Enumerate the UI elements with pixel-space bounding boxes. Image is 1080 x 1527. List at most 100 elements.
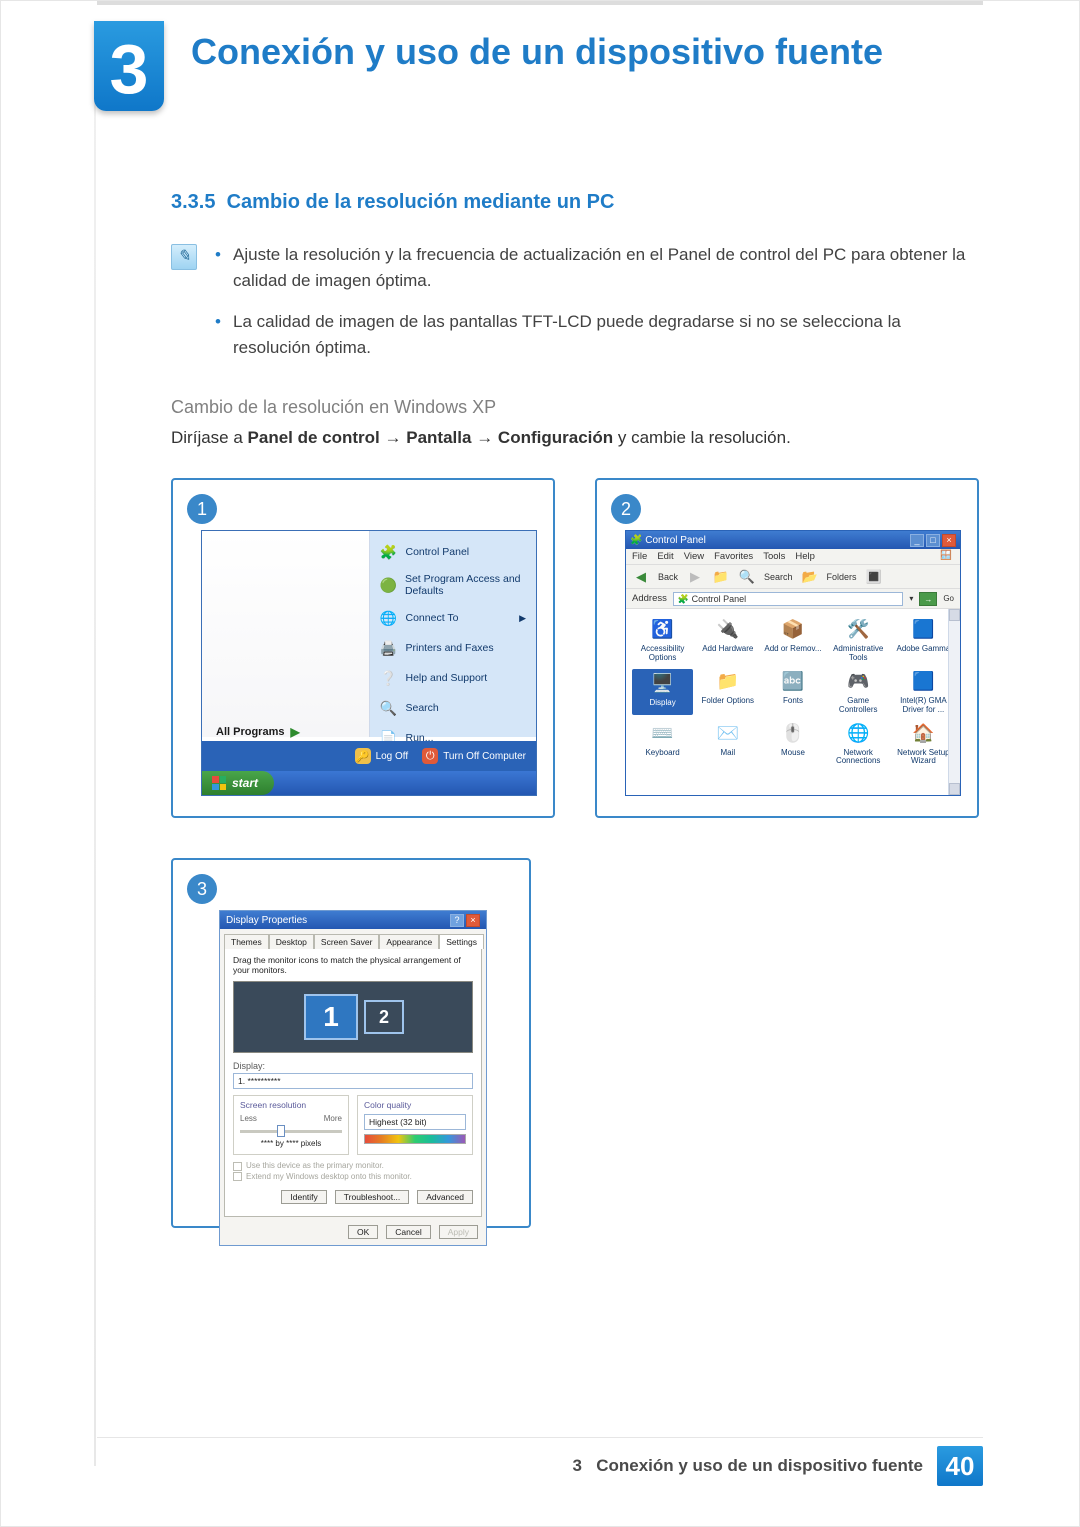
tab-appearance[interactable]: Appearance [379, 934, 439, 949]
checkbox-label: Use this device as the primary monitor. [246, 1161, 384, 1171]
dropdown-icon[interactable]: ▾ [909, 594, 913, 603]
all-programs-button[interactable]: All Programs ▶ [216, 725, 300, 739]
menu-item[interactable]: File [632, 551, 647, 562]
monitor-2-icon[interactable]: 2 [364, 1000, 404, 1034]
cp-item-label: Folder Options [697, 697, 758, 706]
start-button[interactable]: start [202, 771, 274, 795]
start-menu-item[interactable]: ❔Help and Support [370, 663, 537, 693]
start-menu-item[interactable]: 🖨️Printers and Faxes [370, 633, 537, 663]
cp-item-icon: 🖥️ [650, 671, 676, 697]
close-button[interactable]: × [466, 914, 480, 927]
menu-item[interactable]: Tools [763, 551, 785, 562]
advanced-button[interactable]: Advanced [417, 1190, 473, 1204]
res-more: More [324, 1114, 342, 1123]
go-button[interactable]: → [919, 592, 937, 606]
control-panel-item[interactable]: ♿Accessibility Options [632, 617, 693, 663]
log-off-button[interactable]: 🔑Log Off [355, 748, 409, 764]
help-text: Drag the monitor icons to match the phys… [233, 955, 473, 975]
note-list: Ajuste la resolución y la frecuencia de … [215, 242, 979, 375]
control-panel-item[interactable]: 🌐Network Connections [828, 721, 889, 767]
tab-desktop[interactable]: Desktop [269, 934, 314, 949]
cp-item-icon: 🖱️ [780, 721, 806, 747]
logoff-label: Log Off [376, 751, 409, 762]
ok-button[interactable]: OK [348, 1225, 378, 1239]
color-quality-select[interactable]: Highest (32 bit) [364, 1114, 466, 1130]
arrow-icon: → [476, 428, 498, 447]
start-menu-item[interactable]: 🌐Connect To▶ [370, 603, 537, 633]
checkbox-group: Use this device as the primary monitor. … [233, 1161, 473, 1182]
display-select[interactable]: 1. ********** [233, 1073, 473, 1089]
note-block: ✎ Ajuste la resolución y la frecuencia d… [171, 242, 979, 375]
tab-themes[interactable]: Themes [224, 934, 269, 949]
page-number: 40 [937, 1446, 983, 1486]
arrow-icon: → [385, 428, 407, 447]
tab-settings[interactable]: Settings [439, 934, 484, 949]
menu-item[interactable]: Edit [657, 551, 673, 562]
cp-item-label: Network Connections [828, 749, 889, 767]
resolution-slider[interactable] [240, 1127, 342, 1135]
forward-icon[interactable]: ▶ [686, 568, 704, 586]
identify-button[interactable]: Identify [281, 1190, 326, 1204]
start-menu-item[interactable]: 🔍Search [370, 693, 537, 723]
control-panel-item[interactable]: ⌨️Keyboard [632, 721, 693, 767]
start-menu-label: Connect To [406, 612, 459, 624]
section-title: Cambio de la resolución mediante un PC [227, 191, 615, 213]
search-label: Search [764, 572, 793, 582]
window-icon: 🧩 [630, 535, 645, 546]
address-field[interactable]: 🧩 Control Panel [673, 592, 903, 606]
apply-button[interactable]: Apply [439, 1225, 478, 1239]
control-panel-item[interactable]: 🏠 Network Setup Wizard [893, 721, 954, 767]
cp-item-label: Keyboard [632, 749, 693, 758]
control-panel-item[interactable]: 🟦Adobe Gamma [893, 617, 954, 663]
chapter-title: Conexión y uso de un dispositivo fuente [191, 31, 883, 73]
menu-item[interactable]: Help [795, 551, 815, 562]
views-icon[interactable]: 🔳 [865, 568, 883, 586]
back-icon[interactable]: ◀ [632, 568, 650, 586]
maximize-button[interactable]: □ [926, 534, 940, 547]
help-button[interactable]: ? [450, 914, 464, 927]
control-panel-item[interactable]: 📦Add or Remov... [762, 617, 823, 663]
up-icon[interactable]: 📁 [712, 568, 730, 586]
search-icon[interactable]: 🔍 [738, 568, 756, 586]
extend-desktop-checkbox[interactable] [233, 1172, 242, 1181]
printers-icon: 🖨️ [380, 639, 398, 657]
cp-item-label: Intel(R) GMA Driver for ... [893, 697, 954, 715]
monitor-1-icon[interactable]: 1 [304, 994, 358, 1040]
color-quality-value: Highest (32 bit) [369, 1117, 427, 1127]
folders-icon[interactable]: 📂 [801, 568, 819, 586]
control-panel-item[interactable]: 🔤Fonts [762, 669, 823, 715]
display-properties-dialog: Display Properties ? × Themes Desktop Sc… [219, 910, 487, 1246]
turn-off-button[interactable]: ⏻Turn Off Computer [422, 748, 526, 764]
start-menu-label: Help and Support [406, 672, 488, 684]
minimize-button[interactable]: _ [910, 534, 924, 547]
start-menu-right-pane: 🧩Control Panel 🟢Set Program Access and D… [370, 531, 537, 737]
cp-item-label: Network Setup Wizard [893, 749, 954, 767]
tab-screensaver[interactable]: Screen Saver [314, 934, 380, 949]
control-panel-item[interactable]: ✉️Mail [697, 721, 758, 767]
turnoff-label: Turn Off Computer [443, 751, 526, 762]
control-panel-item[interactable]: 🖱️Mouse [762, 721, 823, 767]
tab-body: Drag the monitor icons to match the phys… [224, 948, 482, 1217]
menu-item[interactable]: Favorites [714, 551, 753, 562]
instruction-text: Diríjase a [171, 428, 248, 447]
control-panel-item[interactable]: 🛠️Administrative Tools [828, 617, 889, 663]
monitor-arrangement[interactable]: 1 2 [233, 981, 473, 1053]
control-panel-item[interactable]: 🎮Game Controllers [828, 669, 889, 715]
primary-monitor-checkbox[interactable] [233, 1162, 242, 1171]
scrollbar[interactable] [948, 609, 960, 795]
cp-item-label: Accessibility Options [632, 645, 693, 663]
cp-item-icon: 🏠 [910, 721, 936, 747]
control-panel-item[interactable]: 🖥️Display [632, 669, 693, 715]
control-panel-item[interactable]: 🟦Intel(R) GMA Driver for ... [893, 669, 954, 715]
troubleshoot-button[interactable]: Troubleshoot... [335, 1190, 409, 1204]
start-menu-item[interactable]: 🧩Control Panel [370, 537, 537, 567]
control-panel-item[interactable]: 🔌Add Hardware [697, 617, 758, 663]
control-panel-item[interactable]: 📁Folder Options [697, 669, 758, 715]
menu-item[interactable]: View [684, 551, 704, 562]
submenu-arrow-icon: ▶ [519, 613, 526, 624]
close-button[interactable]: × [942, 534, 956, 547]
program-access-icon: 🟢 [380, 576, 397, 594]
cancel-button[interactable]: Cancel [386, 1225, 430, 1239]
res-less: Less [240, 1114, 257, 1123]
start-menu-item[interactable]: 🟢Set Program Access and Defaults [370, 567, 537, 603]
